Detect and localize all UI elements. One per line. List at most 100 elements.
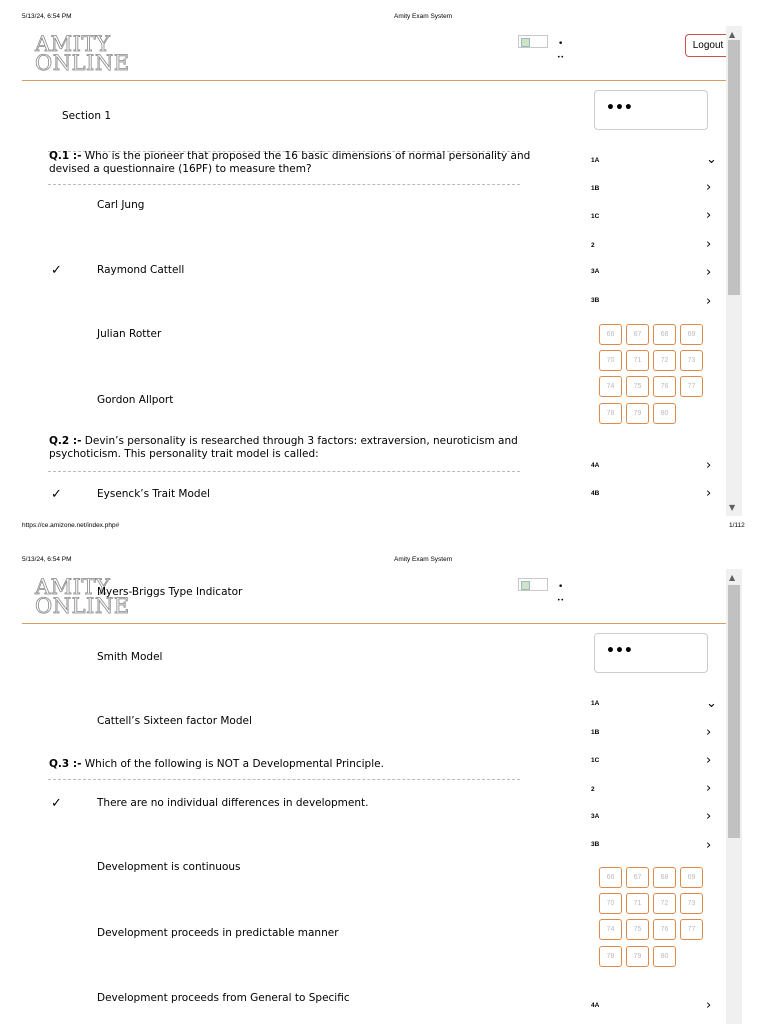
- question-number-button[interactable]: 75: [626, 376, 649, 397]
- nav-item-3a[interactable]: 3A: [591, 268, 599, 275]
- option-4[interactable]: Development proceeds from General to Spe…: [97, 992, 350, 1004]
- nav-item-1a[interactable]: 1A: [591, 157, 599, 164]
- header-dots: ••: [557, 597, 565, 604]
- chevron-down-icon[interactable]: ⌄: [706, 153, 717, 166]
- question-divider: [48, 471, 520, 472]
- question-number-button[interactable]: 74: [599, 919, 622, 940]
- nav-item-1b[interactable]: 1B: [591, 185, 599, 192]
- nav-item-1c[interactable]: 1C: [591, 757, 599, 764]
- question-number-button[interactable]: 80: [653, 403, 676, 424]
- question-number-button[interactable]: 70: [599, 893, 622, 914]
- question-number-button[interactable]: 71: [626, 893, 649, 914]
- question-divider: [48, 184, 520, 185]
- chevron-right-icon[interactable]: ›: [706, 810, 711, 823]
- scroll-down-icon[interactable]: ▼: [729, 504, 735, 512]
- option-1[interactable]: Carl Jung: [97, 199, 144, 211]
- nav-item-4b[interactable]: 4B: [591, 490, 599, 497]
- question-number-button[interactable]: 75: [626, 919, 649, 940]
- question-number-button[interactable]: 67: [626, 867, 649, 888]
- nav-item-3a[interactable]: 3A: [591, 813, 599, 820]
- question-menu-box[interactable]: •••: [594, 633, 708, 673]
- chevron-right-icon[interactable]: ›: [706, 459, 711, 472]
- question-number-button[interactable]: 77: [680, 376, 703, 397]
- question-number-button[interactable]: 69: [680, 867, 703, 888]
- question-number-button[interactable]: 68: [653, 324, 676, 345]
- broken-image-icon: [518, 578, 548, 591]
- question-number-button[interactable]: 76: [653, 919, 676, 940]
- nav-item-3b[interactable]: 3B: [591, 841, 599, 848]
- chevron-right-icon[interactable]: ›: [706, 754, 711, 767]
- check-icon: ✓: [51, 796, 62, 811]
- chevron-right-icon[interactable]: ›: [706, 181, 711, 194]
- header-dots: ••: [557, 54, 565, 61]
- chevron-right-icon[interactable]: ›: [706, 266, 711, 279]
- nav-item-1b[interactable]: 1B: [591, 729, 599, 736]
- question-number: Q.1 :-: [49, 150, 82, 162]
- scrollbar-thumb[interactable]: [728, 585, 740, 838]
- question-number-button[interactable]: 69: [680, 324, 703, 345]
- nav-item-3b[interactable]: 3B: [591, 297, 599, 304]
- option-2[interactable]: Development is continuous: [97, 861, 241, 873]
- question-number-button[interactable]: 73: [680, 350, 703, 371]
- nav-item-1a[interactable]: 1A: [591, 700, 599, 707]
- header-dot: •: [558, 582, 564, 592]
- chevron-down-icon[interactable]: ⌄: [706, 697, 717, 710]
- question-3: Q.3 :- Which of the following is NOT a D…: [49, 758, 539, 771]
- option-3[interactable]: Development proceeds in predictable mann…: [97, 927, 339, 939]
- question-number-button[interactable]: 76: [653, 376, 676, 397]
- option-1-selected[interactable]: Eysenck’s Trait Model: [97, 488, 210, 500]
- question-number-button[interactable]: 79: [626, 946, 649, 967]
- option-2-selected[interactable]: Raymond Cattell: [97, 264, 184, 276]
- question-number-button[interactable]: 72: [653, 893, 676, 914]
- scrollbar-thumb[interactable]: [728, 40, 740, 295]
- option-3[interactable]: Julian Rotter: [97, 328, 161, 340]
- chevron-right-icon[interactable]: ›: [706, 839, 711, 852]
- question-number-button[interactable]: 78: [599, 946, 622, 967]
- question-text: Who is the pioneer that proposed the 16 …: [49, 150, 531, 175]
- nav-item-2[interactable]: 2: [591, 242, 595, 249]
- question-number-button[interactable]: 79: [626, 403, 649, 424]
- chevron-right-icon[interactable]: ›: [706, 487, 711, 500]
- print-header-datetime: 5/13/24, 6:54 PM: [22, 13, 72, 20]
- check-icon: ✓: [51, 263, 62, 278]
- question-number-button[interactable]: 77: [680, 919, 703, 940]
- question-number-button[interactable]: 66: [599, 867, 622, 888]
- option-1[interactable]: Myers-Briggs Type Indicator: [97, 586, 242, 598]
- broken-image-icon: [518, 35, 548, 48]
- question-number-button[interactable]: 67: [626, 324, 649, 345]
- question-number-button[interactable]: 71: [626, 350, 649, 371]
- print-header-title: Amity Exam System: [394, 556, 453, 563]
- question-number-button[interactable]: 78: [599, 403, 622, 424]
- nav-item-1c[interactable]: 1C: [591, 213, 599, 220]
- option-1-selected[interactable]: There are no individual differences in d…: [97, 797, 368, 809]
- question-number-button[interactable]: 68: [653, 867, 676, 888]
- print-footer-page: 1/112: [729, 522, 745, 529]
- chevron-right-icon[interactable]: ›: [706, 238, 711, 251]
- logout-button[interactable]: Logout: [685, 34, 731, 57]
- nav-item-4a[interactable]: 4A: [591, 1002, 599, 1009]
- question-number-button[interactable]: 73: [680, 893, 703, 914]
- chevron-right-icon[interactable]: ›: [706, 782, 711, 795]
- chevron-right-icon[interactable]: ›: [706, 999, 711, 1012]
- scroll-up-icon[interactable]: ▲: [729, 574, 735, 582]
- question-number-button[interactable]: 80: [653, 946, 676, 967]
- question-number-button[interactable]: 66: [599, 324, 622, 345]
- print-header-datetime: 5/13/24, 6:54 PM: [22, 556, 72, 563]
- print-header-title: Amity Exam System: [394, 13, 453, 20]
- chevron-right-icon[interactable]: ›: [706, 295, 711, 308]
- option-4[interactable]: Gordon Allport: [97, 394, 173, 406]
- option-2[interactable]: Smith Model: [97, 651, 162, 663]
- nav-item-2[interactable]: 2: [591, 786, 595, 793]
- header-divider: [22, 623, 742, 624]
- scroll-up-icon[interactable]: ▲: [729, 31, 735, 39]
- question-number-button[interactable]: 74: [599, 376, 622, 397]
- chevron-right-icon[interactable]: ›: [706, 726, 711, 739]
- nav-item-4a[interactable]: 4A: [591, 462, 599, 469]
- print-footer-url: https://ce.amizone.net/index.php#: [22, 522, 120, 529]
- question-number-button[interactable]: 72: [653, 350, 676, 371]
- question-number-button[interactable]: 70: [599, 350, 622, 371]
- question-menu-box[interactable]: •••: [594, 90, 708, 130]
- question-text: Devin’s personality is researched throug…: [49, 435, 518, 460]
- chevron-right-icon[interactable]: ›: [706, 209, 711, 222]
- option-3[interactable]: Cattell’s Sixteen factor Model: [97, 715, 252, 727]
